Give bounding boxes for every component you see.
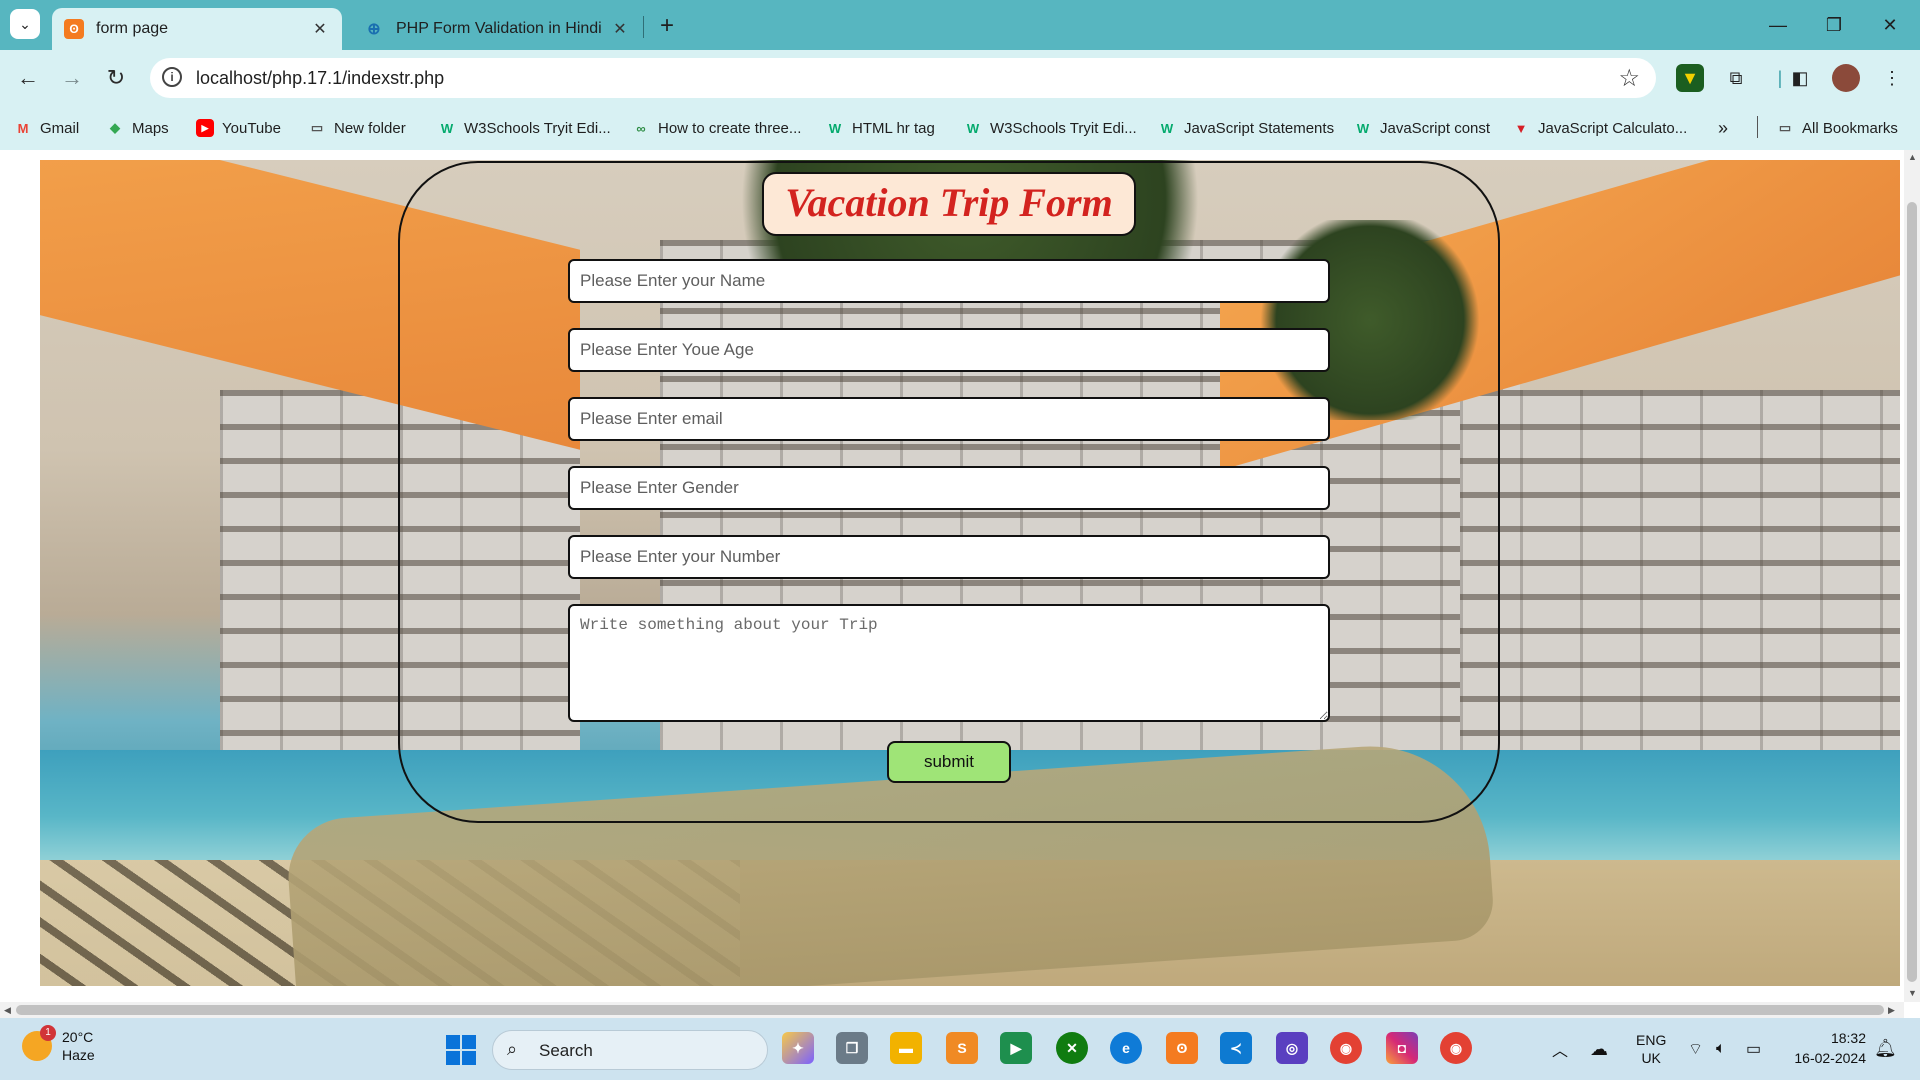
wifi-icon[interactable]: ⌔ — [1688, 1018, 1703, 1080]
search-label: Search — [539, 1041, 593, 1060]
weather-sun-icon: 1 — [22, 1025, 56, 1061]
clock[interactable]: 18:32 16-02-2024 — [1782, 1028, 1866, 1068]
taskbar-search[interactable]: ⌕ Search — [492, 1030, 768, 1070]
chrome-profile-icon[interactable]: ◉ — [1440, 1032, 1472, 1064]
scroll-left-icon[interactable]: ◀ — [4, 1005, 11, 1016]
weather-temperature: 20°C — [62, 1029, 94, 1045]
show-hidden-icons-chevron-icon[interactable]: ︿ — [1552, 1018, 1568, 1080]
windows-logo-icon — [446, 1051, 460, 1065]
chrome-icon[interactable]: ◉ — [1330, 1032, 1362, 1064]
windows-logo-icon — [446, 1035, 460, 1049]
form-title: Vacation Trip Form — [762, 172, 1136, 236]
number-input[interactable] — [568, 535, 1330, 579]
submit-button[interactable]: submit — [887, 741, 1011, 783]
search-icon: ⌕ — [507, 1039, 518, 1059]
weather-widget[interactable]: 1 20°C Haze — [22, 1025, 95, 1064]
vertical-scrollbar[interactable]: ▲ ▼ — [1904, 150, 1920, 1002]
notification-badge: 1 — [40, 1025, 56, 1041]
file-explorer-icon[interactable]: ▬ — [890, 1032, 922, 1064]
language-region: UK — [1641, 1050, 1661, 1066]
sublime-text-icon[interactable]: S — [946, 1032, 978, 1064]
gender-input[interactable] — [568, 466, 1330, 510]
scroll-down-icon[interactable]: ▼ — [1908, 988, 1917, 998]
xbox-icon[interactable]: ✕ — [1056, 1032, 1088, 1064]
xampp-icon[interactable]: ʘ — [1166, 1032, 1198, 1064]
age-input[interactable] — [568, 328, 1330, 372]
onedrive-cloud-icon[interactable]: ☁ — [1590, 1018, 1608, 1080]
edge-icon[interactable]: e — [1110, 1032, 1142, 1064]
scroll-right-icon[interactable]: ▶ — [1888, 1005, 1895, 1016]
vacation-trip-form: Vacation Trip Form submit — [0, 0, 1904, 1000]
trip-description-textarea[interactable] — [568, 604, 1330, 722]
windows-taskbar: 1 20°C Haze ⌕ Search ✦ ❒ ▬ S ▶ ✕ e ʘ ≺ ◎… — [0, 1018, 1920, 1080]
weather-description: Haze — [62, 1047, 95, 1063]
email-input[interactable] — [568, 397, 1330, 441]
start-button[interactable] — [446, 1035, 476, 1065]
clock-date: 16-02-2024 — [1794, 1050, 1866, 1066]
copilot-icon[interactable]: ✦ — [782, 1032, 814, 1064]
scroll-up-icon[interactable]: ▲ — [1908, 152, 1917, 162]
volume-icon[interactable]: 🔈︎ — [1716, 1018, 1726, 1080]
clock-time: 18:32 — [1830, 1030, 1866, 1046]
meet-icon[interactable]: ▶ — [1000, 1032, 1032, 1064]
windows-logo-icon — [462, 1035, 476, 1049]
instagram-icon[interactable]: ◘ — [1386, 1032, 1418, 1064]
vertical-scroll-thumb[interactable] — [1907, 202, 1917, 982]
screen-recorder-icon[interactable]: ◎ — [1276, 1032, 1308, 1064]
vscode-icon[interactable]: ≺ — [1220, 1032, 1252, 1064]
notification-bell-icon[interactable]: 🔔︎ — [1874, 1038, 1897, 1059]
page-viewport: Vacation Trip Form submit — [0, 150, 1904, 1002]
windows-logo-icon — [462, 1051, 476, 1065]
language-indicator[interactable]: ENG UK — [1636, 1018, 1666, 1080]
horizontal-scroll-thumb[interactable] — [16, 1005, 1884, 1015]
task-view-icon[interactable]: ❒ — [836, 1032, 868, 1064]
language-code: ENG — [1636, 1032, 1667, 1048]
name-input[interactable] — [568, 259, 1330, 303]
battery-icon[interactable]: ▭ — [1746, 1018, 1761, 1080]
horizontal-scrollbar[interactable]: ◀ ▶ — [0, 1002, 1904, 1018]
